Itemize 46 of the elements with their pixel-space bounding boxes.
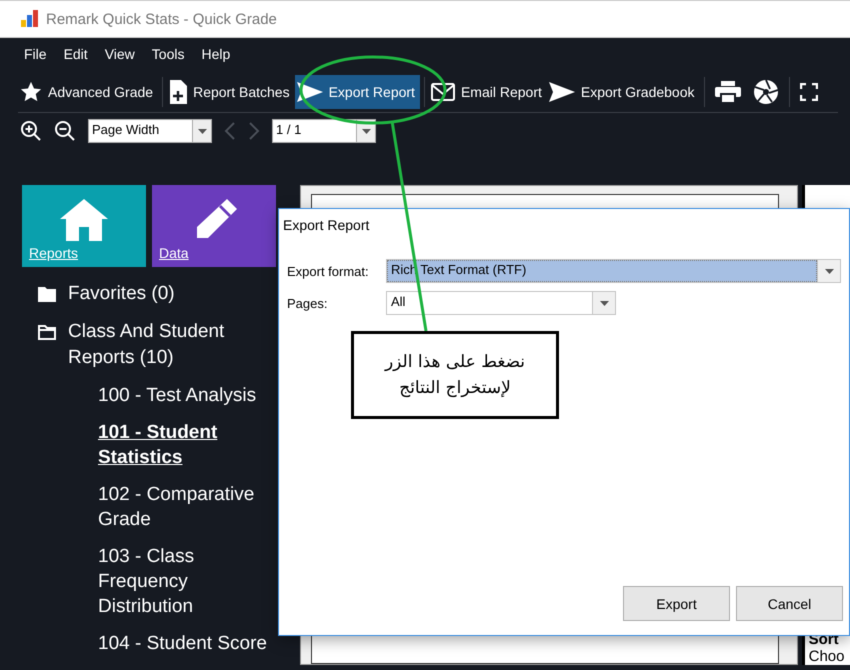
tree-item[interactable]: 101 - Student Statistics — [38, 414, 278, 476]
field-label: Pages: — [287, 296, 328, 310]
callout-text: نضغط على هذا الزر — [384, 351, 526, 374]
zoom-out-icon[interactable] — [54, 120, 76, 142]
callout-text: لإستخراج النتائج — [399, 377, 511, 400]
window-title: Remark Quick Stats - Quick Grade — [46, 10, 277, 28]
toolbar-button[interactable]: Export Gradebook — [546, 75, 700, 109]
print-icon[interactable] — [714, 81, 740, 103]
aperture-icon[interactable] — [752, 79, 778, 105]
tree-item[interactable]: 102 - Comparative Grade — [38, 476, 278, 538]
menu-item[interactable]: Tools — [152, 46, 184, 70]
tree-item[interactable]: Favorites (0) — [68, 281, 268, 307]
toolbar-button[interactable]: Email Report — [428, 75, 547, 109]
dropdown-arrow-icon — [824, 268, 834, 274]
file-plus-icon — [169, 80, 188, 104]
nav-tile[interactable]: Data — [152, 185, 276, 267]
send-icon — [296, 82, 323, 102]
dropdown[interactable]: 1 / 1 — [272, 119, 376, 143]
toolbar-button[interactable]: Advanced Grade — [18, 75, 158, 109]
star-icon — [20, 81, 42, 103]
panel-text: Choo — [808, 648, 846, 665]
dropdown[interactable]: All — [386, 291, 616, 315]
envelope-icon — [430, 83, 455, 101]
dropdown-arrow-icon — [362, 128, 370, 134]
app-logo-icon — [20, 10, 40, 28]
export-button[interactable]: Export — [623, 586, 730, 621]
tree-item[interactable]: 104 - Student Score — [38, 625, 278, 662]
toolbar-button[interactable]: Report Batches — [167, 75, 295, 109]
house-icon — [60, 199, 108, 241]
tree-item[interactable]: 103 - Class Frequency Distribution — [38, 538, 278, 625]
menu-item[interactable]: File — [24, 46, 47, 70]
tree-item[interactable]: 100 - Test Analysis — [38, 377, 278, 414]
send-icon — [548, 82, 575, 102]
dialog-title: Export Report — [282, 216, 370, 235]
field-label: Export format: — [287, 264, 370, 278]
dropdown[interactable]: Page Width — [88, 119, 212, 143]
dropdown-arrow-icon — [198, 128, 206, 134]
fullscreen-icon[interactable] — [800, 83, 818, 101]
dropdown-arrow-icon — [600, 300, 608, 306]
tree-item[interactable]: Class And Student Reports (10) — [68, 319, 268, 371]
menu-item[interactable]: View — [104, 46, 135, 70]
toolbar-button[interactable]: Export Report — [294, 75, 420, 109]
menu-item[interactable]: Edit — [64, 46, 88, 70]
cancel-button[interactable]: Cancel — [736, 586, 843, 621]
menu-item[interactable]: Help — [201, 46, 230, 70]
zoom-in-icon[interactable] — [20, 120, 42, 142]
